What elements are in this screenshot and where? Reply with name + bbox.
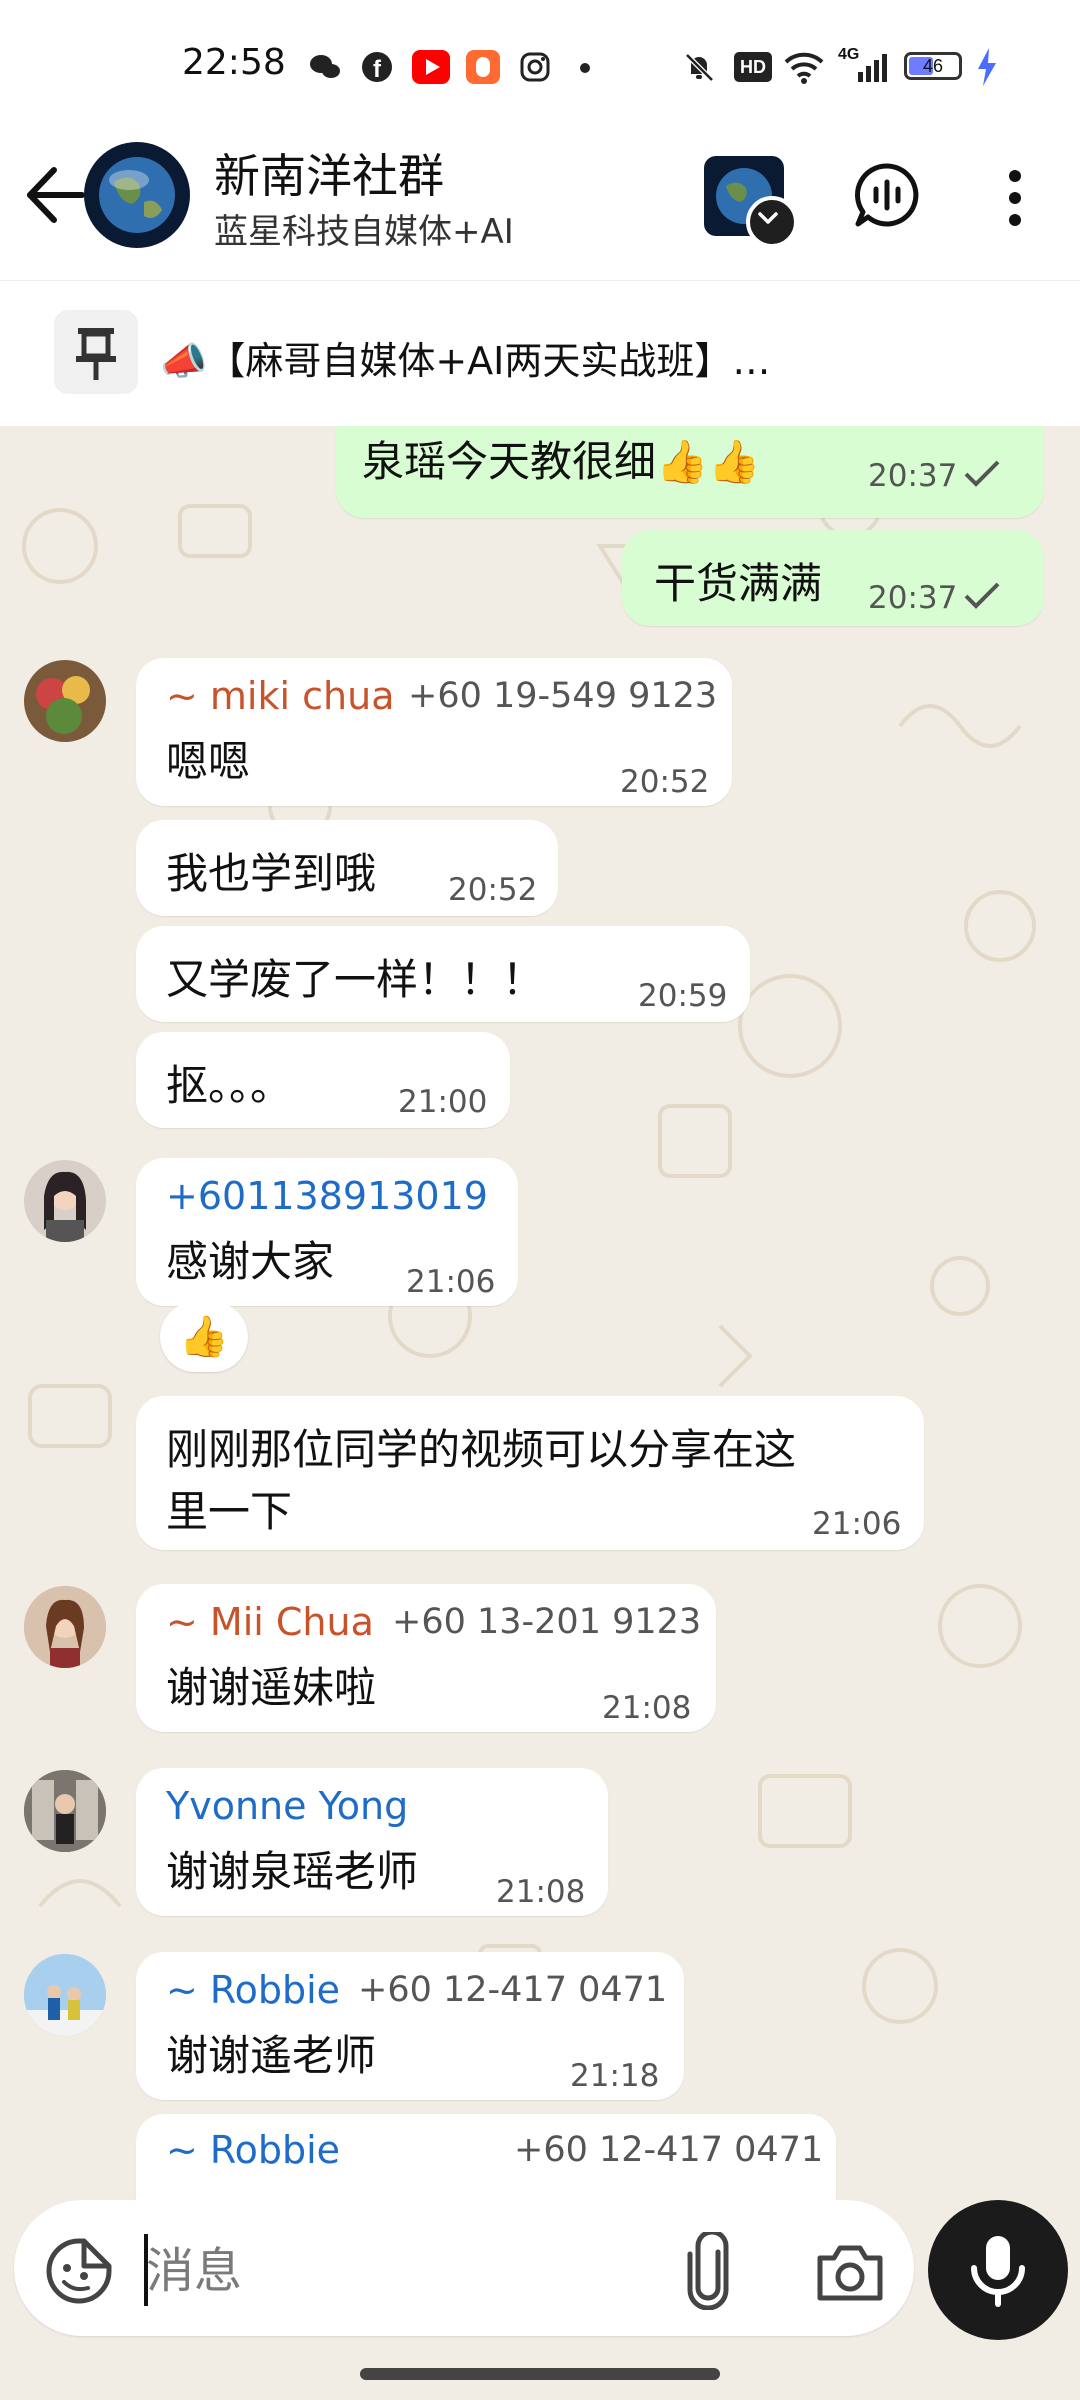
- mute-bell-icon: [682, 50, 716, 84]
- sender-name[interactable]: ~ miki chua: [166, 674, 394, 718]
- message-text: 泉瑶今天教很细👍👍: [362, 437, 761, 486]
- incoming-message[interactable]: Yvonne Yong 谢谢泉瑶老师 21:08: [136, 1768, 608, 1916]
- sender-phone: +60 12-417 0471: [358, 1970, 668, 2010]
- message-time: 21:08: [602, 1690, 692, 1726]
- message-text: 我也学到哦: [166, 849, 377, 898]
- back-arrow-icon[interactable]: [22, 160, 92, 230]
- message-time: 20:59: [638, 978, 728, 1014]
- battery-level: 46: [922, 56, 944, 76]
- message-time: 20:37: [868, 580, 958, 616]
- message-text: 又学废了一样！！！: [166, 955, 545, 1004]
- user-avatar[interactable]: [24, 1954, 106, 2036]
- pinned-message-text[interactable]: 📣【麻哥自媒体+AI两天实战班】…: [160, 330, 770, 385]
- message-time: 21:00: [398, 1084, 488, 1120]
- instagram-icon: [518, 50, 552, 84]
- message-text: 干货满满: [654, 559, 823, 608]
- signal-icon: [856, 50, 890, 84]
- sender-name[interactable]: ~ Robbie: [166, 2128, 340, 2172]
- camera-icon[interactable]: [814, 2240, 886, 2304]
- group-avatar[interactable]: [84, 142, 190, 248]
- incoming-message[interactable]: ~ Robbie +60 12-417 0471: [136, 2114, 836, 2200]
- sent-check-icon: [964, 582, 1000, 609]
- microphone-button[interactable]: [928, 2200, 1068, 2340]
- incoming-message[interactable]: ~ miki chua +60 19-549 9123 嗯嗯 20:52: [136, 658, 732, 806]
- outgoing-message[interactable]: 泉瑶今天教很细👍👍 20:37: [336, 426, 1044, 518]
- sender-name[interactable]: ~ Robbie: [166, 1968, 340, 2012]
- sender-phone: +60 12-417 0471: [514, 2130, 824, 2170]
- reaction-badge[interactable]: 👍: [160, 1302, 248, 1372]
- chat-app-icon: [308, 50, 342, 84]
- sender-name[interactable]: +601138913019: [166, 1174, 488, 1218]
- message-time: 20:52: [620, 764, 710, 800]
- sender-phone: +60 19-549 9123: [408, 676, 718, 716]
- message-text: 谢谢遙老师: [166, 2031, 377, 2080]
- message-text: 谢谢遥妹啦: [166, 1663, 377, 1712]
- incoming-message[interactable]: 抠。。。 21:00: [136, 1032, 510, 1128]
- message-time: 21:08: [496, 1874, 586, 1910]
- message-list[interactable]: 泉瑶今天教很细👍👍 20:37 干货满满 20:37 ~ miki chua +…: [0, 426, 1080, 2200]
- sticker-emoji-icon[interactable]: [44, 2236, 114, 2306]
- attachment-paperclip-icon[interactable]: [680, 2229, 736, 2311]
- user-avatar[interactable]: [24, 1160, 106, 1242]
- message-text: 刚刚那位同学的视频可以分享在这: [166, 1425, 797, 1474]
- charging-bolt-icon: [976, 48, 998, 90]
- incoming-message[interactable]: 刚刚那位同学的视频可以分享在这 里一下 21:06: [136, 1396, 924, 1550]
- voice-chat-icon[interactable]: [854, 162, 920, 228]
- gesture-navigation-bar[interactable]: [360, 2368, 720, 2380]
- battery-icon: 46: [904, 52, 962, 80]
- more-notifications-dot: [580, 63, 590, 73]
- user-avatar[interactable]: [24, 1770, 106, 1852]
- incoming-message[interactable]: +601138913019 感谢大家 21:06: [136, 1158, 518, 1306]
- status-time: 22:58: [182, 42, 286, 83]
- hd-icon: HD: [734, 52, 772, 82]
- sender-name[interactable]: ~ Mii Chua: [166, 1600, 374, 1644]
- chat-subtitle[interactable]: 蓝星科技自媒体+AI: [214, 204, 514, 253]
- facebook-icon: f: [360, 50, 394, 84]
- message-text: 谢谢泉瑶老师: [166, 1847, 419, 1896]
- status-bar: 22:58 f HD 4G 46: [0, 0, 1080, 120]
- incoming-message[interactable]: ~ Mii Chua +60 13-201 9123 谢谢遥妹啦 21:08: [136, 1584, 716, 1732]
- chevron-down-icon[interactable]: [746, 196, 798, 248]
- message-text: 感谢大家: [166, 1237, 335, 1286]
- message-text: 嗯嗯: [166, 737, 251, 786]
- sender-phone: +60 13-201 9123: [392, 1602, 702, 1642]
- microphone-icon: [971, 2236, 1025, 2307]
- wifi-icon: [784, 50, 824, 84]
- message-text: 抠。。。: [166, 1061, 293, 1110]
- incoming-message[interactable]: 我也学到哦 20:52: [136, 820, 558, 916]
- message-time: 21:18: [570, 2058, 660, 2094]
- message-input[interactable]: [146, 2236, 626, 2306]
- sent-check-icon: [964, 460, 1000, 487]
- message-time: 21:06: [406, 1264, 496, 1300]
- message-time: 20:52: [448, 872, 538, 908]
- youtube-icon: [412, 50, 450, 84]
- user-avatar[interactable]: [24, 660, 106, 742]
- message-time: 21:06: [812, 1506, 902, 1542]
- user-avatar[interactable]: [24, 1586, 106, 1668]
- message-text-line-2: 里一下: [166, 1487, 293, 1536]
- message-time: 20:37: [868, 458, 958, 494]
- sender-name[interactable]: Yvonne Yong: [166, 1784, 408, 1828]
- chat-title[interactable]: 新南洋社群: [214, 140, 444, 206]
- more-options-icon[interactable]: [1000, 166, 1030, 230]
- text-cursor: [144, 2234, 148, 2306]
- incoming-message[interactable]: 又学废了一样！！！ 20:59: [136, 926, 750, 1022]
- outgoing-message[interactable]: 干货满满 20:37: [622, 530, 1044, 626]
- pin-icon[interactable]: [54, 310, 138, 394]
- app-orange-icon: [466, 50, 500, 84]
- svg-text:f: f: [373, 56, 382, 83]
- incoming-message[interactable]: ~ Robbie +60 12-417 0471 谢谢遙老师 21:18: [136, 1952, 684, 2100]
